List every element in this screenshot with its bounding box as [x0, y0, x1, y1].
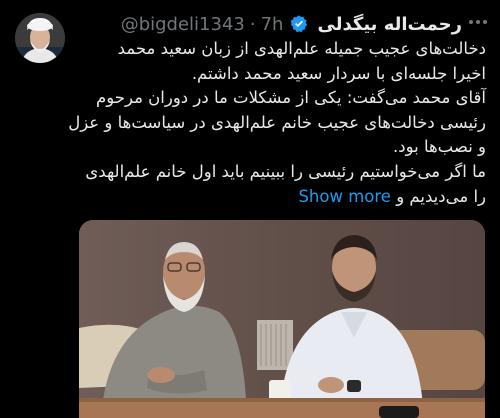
tweet-line: اخیرا جلسه‌ای با سردار سعید محمد داشتم. [191, 63, 486, 83]
tweet-line: دخالت‌های عجیب جمیله علم‌الهدی از زبان س… [117, 39, 486, 58]
show-more-link[interactable]: Show more [298, 187, 391, 206]
tweet-line: ما اگر می‌خواستیم رئیسی را ببینیم باید ا… [85, 161, 486, 181]
tweet-line-last: را می‌دیدیم و Show more [84, 185, 486, 210]
photo-image [79, 220, 485, 418]
tweet-line: و نصب‌ها بود. [393, 137, 486, 157]
avatar[interactable] [15, 13, 65, 63]
tweet-line: آقای محمد می‌گفت: یکی از مشکلات ما در دو… [96, 88, 486, 108]
tweet-header: @bigdeli1343 · 7h رحمت‌اله بیگدلی [80, 12, 462, 36]
verified-badge-icon [291, 15, 308, 33]
author-handle[interactable]: @bigdeli1343 [121, 14, 245, 35]
tweet-line-text: را می‌دیدیم و [396, 186, 486, 206]
separator-dot: · [249, 13, 256, 35]
author-display-name[interactable]: رحمت‌اله بیگدلی [317, 14, 462, 35]
tweet: @bigdeli1343 · 7h رحمت‌اله بیگدلی دخالت‌… [0, 0, 500, 418]
more-options-icon[interactable] [466, 10, 490, 34]
tweet-timestamp[interactable]: 7h [261, 14, 284, 35]
tweet-photo[interactable] [79, 220, 485, 418]
avatar-image [15, 13, 65, 63]
tweet-text: دخالت‌های عجیب جمیله علم‌الهدی از زبان س… [68, 37, 486, 210]
tweet-line: رئیسی دخالت‌های عجیب خانم علم‌الهدی در س… [68, 112, 486, 132]
